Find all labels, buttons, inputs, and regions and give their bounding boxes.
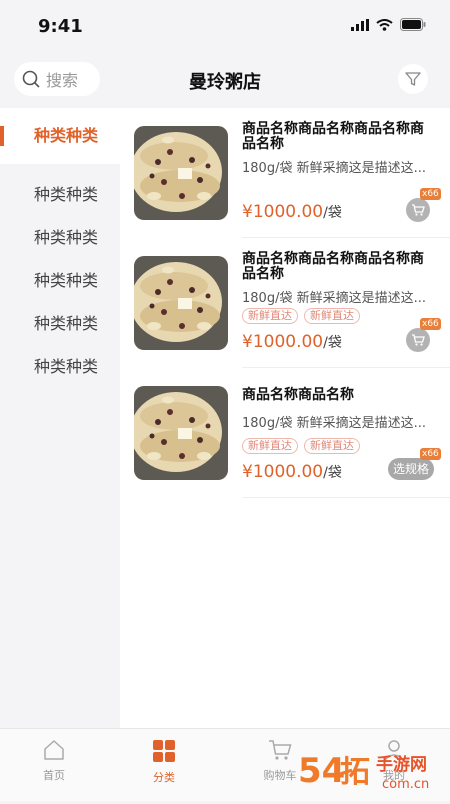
price-unit: /袋 <box>323 335 342 351</box>
product-tags: 新鲜直达 新鲜直达 <box>242 308 360 324</box>
product-card[interactable]: 商品名称商品名称商品名称商品名称 180g/袋 新鲜采摘这是描述这... 新鲜直… <box>120 238 450 368</box>
tab-label: 分类 <box>153 771 175 784</box>
home-icon <box>44 740 64 760</box>
battery-icon <box>400 18 426 31</box>
svg-text:com.cn: com.cn <box>382 777 429 792</box>
signal-icon <box>351 18 369 31</box>
tab-home[interactable]: 首页 <box>24 739 84 783</box>
sidebar-item-0[interactable]: 种类种类 <box>0 108 120 164</box>
status-time: 9:41 <box>38 16 83 37</box>
product-image <box>134 386 228 480</box>
select-spec-button[interactable]: 选规格 <box>388 458 434 480</box>
sidebar-item-4[interactable]: 种类种类 <box>0 302 120 345</box>
sidebar-item-3[interactable]: 种类种类 <box>0 259 120 302</box>
price-value: ¥1000.00 <box>242 332 324 352</box>
filter-button[interactable] <box>398 64 428 94</box>
product-price: ¥1000.00/袋 <box>242 202 342 222</box>
status-bar: 9:41 <box>0 0 450 52</box>
product-image <box>134 126 228 220</box>
price-value: ¥1000.00 <box>242 462 324 482</box>
product-name: 商品名称商品名称商品名称商品名称 <box>242 251 424 282</box>
product-price: ¥1000.00/袋 <box>242 462 342 482</box>
price-unit: /袋 <box>323 465 342 481</box>
product-name: 商品名称商品名称商品名称商品名称 <box>242 121 424 152</box>
product-card[interactable]: 商品名称商品名称 180g/袋 新鲜采摘这是描述这... 新鲜直达 新鲜直达 ¥… <box>120 368 450 498</box>
product-desc: 180g/袋 新鲜采摘这是描述这... <box>242 416 426 431</box>
product-tag: 新鲜直达 <box>304 438 360 454</box>
cart-count-badge: x66 <box>420 318 441 330</box>
header: 搜索 曼玲粥店 <box>0 52 450 108</box>
sidebar-item-2[interactable]: 种类种类 <box>0 216 120 259</box>
product-list: 商品名称商品名称商品名称商品名称 180g/袋 新鲜采摘这是描述这... ¥10… <box>120 108 450 728</box>
price-value: ¥1000.00 <box>242 202 324 222</box>
page-title: 曼玲粥店 <box>189 72 261 93</box>
filter-icon <box>405 72 421 86</box>
svg-text:拓: 拓 <box>340 755 370 790</box>
sidebar-item-5[interactable]: 种类种类 <box>0 345 120 388</box>
product-tags: 新鲜直达 新鲜直达 <box>242 438 360 454</box>
product-tag: 新鲜直达 <box>242 438 298 454</box>
tab-label: 首页 <box>43 769 65 782</box>
product-image <box>134 256 228 350</box>
product-desc: 180g/袋 新鲜采摘这是描述这... <box>242 161 426 176</box>
cart-icon <box>412 204 425 216</box>
status-icons <box>351 18 426 31</box>
category-icon <box>153 740 175 762</box>
product-desc: 180g/袋 新鲜采摘这是描述这... <box>242 291 426 306</box>
product-price: ¥1000.00/袋 <box>242 332 342 352</box>
product-tag: 新鲜直达 <box>242 308 298 324</box>
svg-text:54: 54 <box>298 751 345 791</box>
site-watermark: 54 拓 手游网 com.cn <box>296 742 450 800</box>
divider <box>242 497 450 498</box>
add-to-cart-button[interactable] <box>406 198 430 222</box>
wifi-icon <box>376 18 393 31</box>
price-unit: /袋 <box>323 205 342 221</box>
cart-count-badge: x66 <box>420 448 441 460</box>
cart-icon <box>412 334 425 346</box>
cart-count-badge: x66 <box>420 188 441 200</box>
product-card[interactable]: 商品名称商品名称商品名称商品名称 180g/袋 新鲜采摘这是描述这... ¥10… <box>120 108 450 238</box>
cart-icon <box>269 740 292 760</box>
svg-text:手游网: 手游网 <box>376 754 427 775</box>
tab-category[interactable]: 分类 <box>134 739 194 785</box>
sidebar-item-1[interactable]: 种类种类 <box>0 173 120 216</box>
product-name: 商品名称商品名称 <box>242 387 354 403</box>
category-sidebar: 种类种类 种类种类 种类种类 种类种类 种类种类 种类种类 <box>0 108 120 728</box>
add-to-cart-button[interactable] <box>406 328 430 352</box>
product-tag: 新鲜直达 <box>304 308 360 324</box>
